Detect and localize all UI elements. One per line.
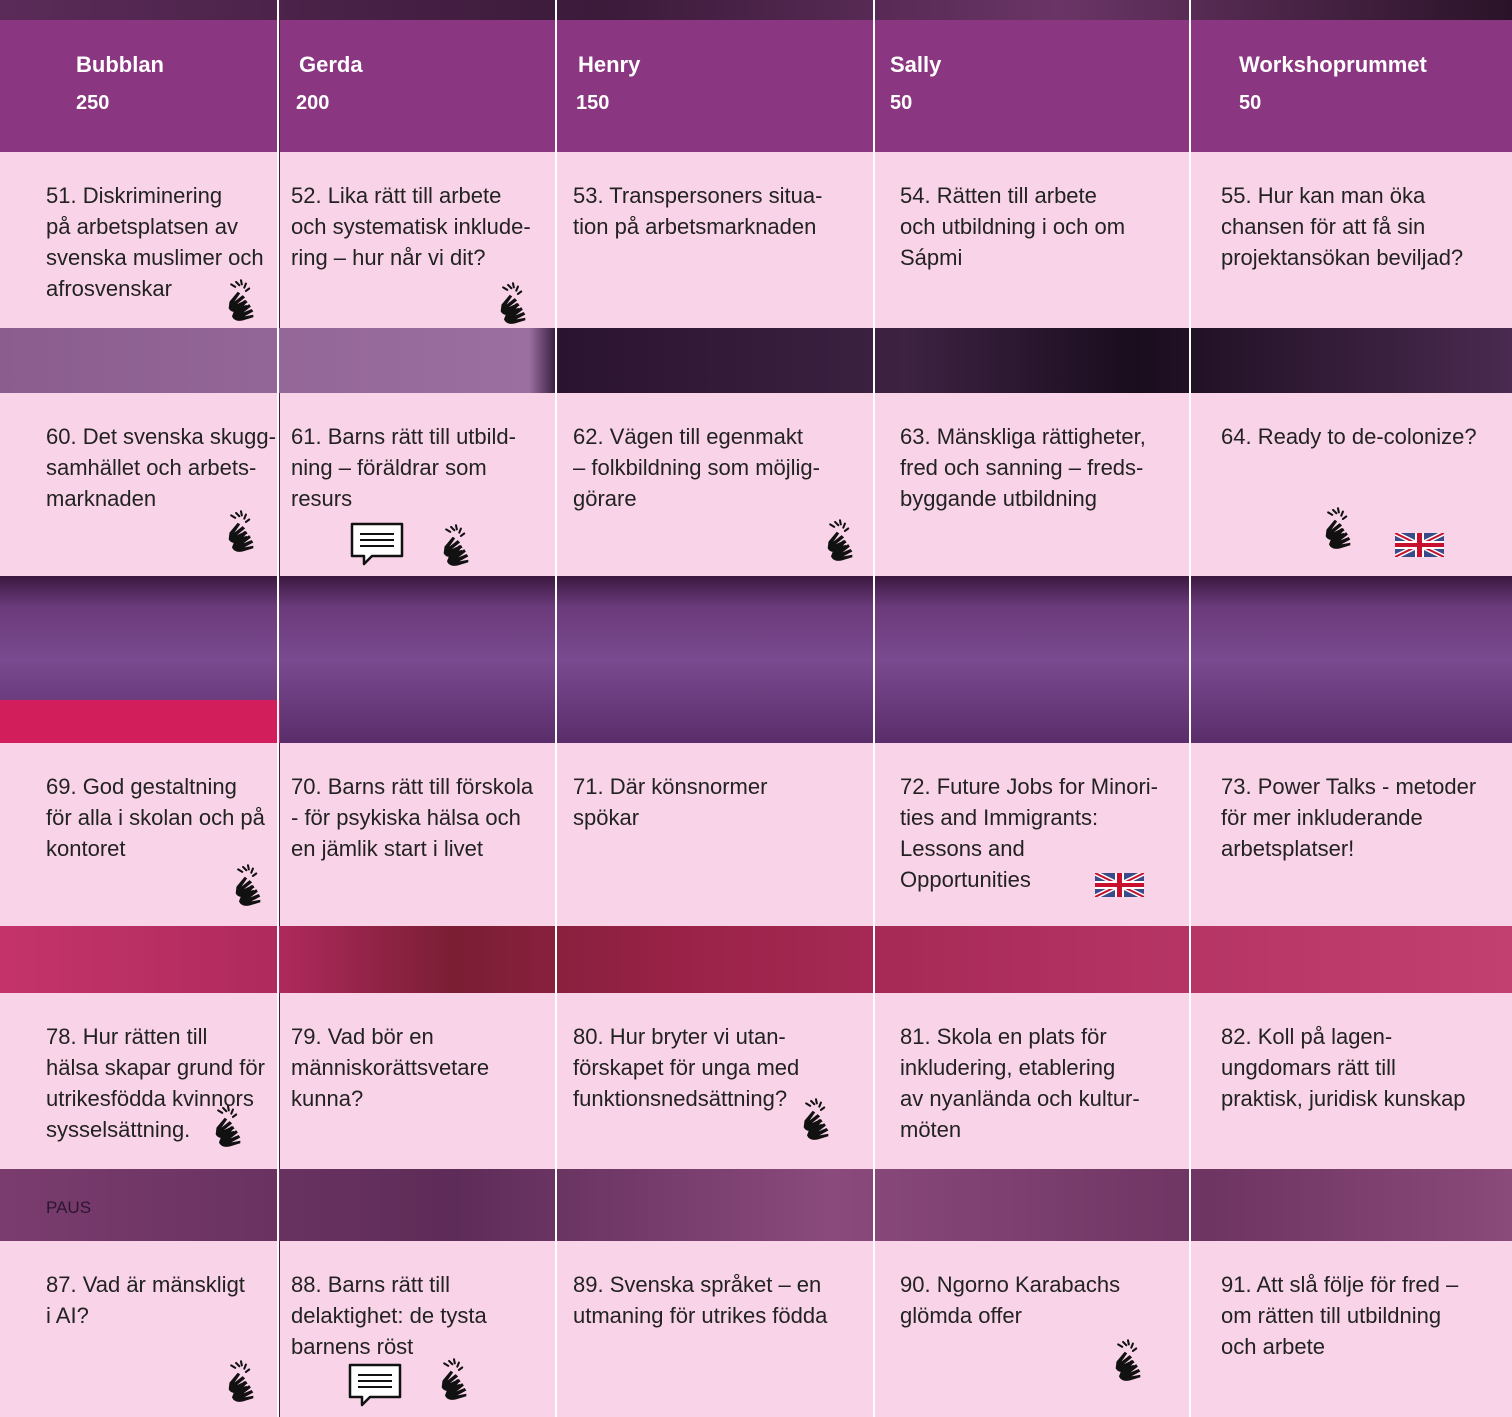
uk-flag-icon bbox=[1095, 873, 1144, 897]
room-capacity: 250 bbox=[76, 92, 110, 114]
sign-language-icon bbox=[227, 1360, 255, 1403]
room-name: Gerda bbox=[299, 52, 363, 77]
session-title: 63. Mänskliga rättigheter, fred och sann… bbox=[900, 424, 1146, 511]
session-title: 64. Ready to de-colonize? bbox=[1221, 424, 1477, 449]
session-title: 73. Power Talks - metoder för mer inklud… bbox=[1221, 774, 1477, 861]
room-header-workshoprummet: Workshoprummet 50 bbox=[1191, 20, 1512, 152]
session-title: 89. Svenska språket – en utmaning för ut… bbox=[573, 1272, 828, 1328]
sign-language-icon bbox=[1114, 1339, 1142, 1382]
sign-language-icon bbox=[440, 1358, 468, 1401]
sign-language-icon bbox=[1324, 507, 1352, 550]
background-photo-detail bbox=[0, 700, 280, 743]
session-title: 55. Hur kan man öka chansen för att få s… bbox=[1221, 183, 1464, 270]
session-title: 70. Barns rätt till förskola - för psyki… bbox=[291, 774, 534, 861]
session-title: 81. Skola en plats för inkludering, etab… bbox=[900, 1024, 1140, 1142]
column-divider bbox=[873, 0, 875, 1417]
session-title: 54. Rätten till arbete och utbildning i … bbox=[900, 183, 1126, 270]
room-name: Workshoprummet bbox=[1239, 52, 1427, 77]
sign-language-icon bbox=[499, 282, 527, 325]
session-title: 71. Där könsnormer spökar bbox=[573, 774, 768, 830]
room-name: Sally bbox=[890, 52, 942, 77]
schedule-grid: Bubblan 250 Gerda 200 Henry 150 Sally 50 Worksho… bbox=[0, 0, 1512, 1417]
session-title: 53. Transpersoners situa- tion på arbets… bbox=[573, 183, 823, 239]
session-title: 90. Ngorno Karabachs glömda offer bbox=[900, 1272, 1121, 1328]
room-name: Henry bbox=[578, 52, 641, 77]
room-header-sally: Sally 50 bbox=[875, 20, 1189, 152]
session-title: 52. Lika rätt till arbete och systematis… bbox=[291, 183, 531, 270]
room-capacity: 50 bbox=[1239, 92, 1262, 114]
column-divider bbox=[1189, 0, 1191, 1417]
background-photo-band bbox=[0, 926, 1512, 993]
session-title: 82. Koll på lagen- ungdomars rätt till p… bbox=[1221, 1024, 1466, 1111]
sign-language-icon bbox=[442, 524, 470, 567]
session-title: 80. Hur bryter vi utan- förskapet för un… bbox=[573, 1024, 800, 1111]
room-header-gerda: Gerda 200 bbox=[280, 20, 555, 152]
room-header-henry: Henry 150 bbox=[557, 20, 873, 152]
sign-language-icon bbox=[214, 1105, 242, 1148]
sign-language-icon bbox=[802, 1098, 830, 1141]
background-photo-band bbox=[0, 328, 1512, 393]
session-title: 61. Barns rätt till utbild- ning – föräl… bbox=[291, 424, 516, 511]
session-title: 60. Det svenska skugg- samhället och arb… bbox=[46, 424, 276, 511]
sign-language-icon bbox=[826, 519, 854, 562]
background-photo-top bbox=[0, 0, 1512, 20]
sign-language-icon bbox=[227, 510, 255, 553]
room-capacity: 200 bbox=[296, 92, 330, 114]
room-name: Bubblan bbox=[76, 52, 164, 77]
room-capacity: 150 bbox=[576, 92, 610, 114]
room-header-bubblan: Bubblan 250 bbox=[0, 20, 277, 152]
session-title: 91. Att slå följe för fred – om rätten t… bbox=[1221, 1272, 1459, 1359]
column-divider bbox=[555, 0, 557, 1417]
sign-language-icon bbox=[234, 864, 262, 907]
session-title: 87. Vad är mänskligt i AI? bbox=[46, 1272, 245, 1328]
session-title: 88. Barns rätt till delaktighet: de tyst… bbox=[291, 1272, 487, 1359]
session-title: 79. Vad bör en människorättsvetare kunna… bbox=[291, 1024, 490, 1111]
uk-flag-icon bbox=[1395, 533, 1444, 557]
captioning-icon bbox=[348, 1363, 402, 1407]
sign-language-icon bbox=[227, 279, 255, 322]
room-capacity: 50 bbox=[890, 92, 913, 114]
column-divider bbox=[277, 0, 279, 1417]
session-title: 69. God gestaltning för alla i skolan oc… bbox=[46, 774, 265, 861]
captioning-icon bbox=[350, 522, 404, 566]
session-title: 62. Vägen till egenmakt – folkbildning s… bbox=[573, 424, 820, 511]
pause-label: PAUS bbox=[46, 1198, 92, 1217]
background-photo-band bbox=[0, 1169, 1512, 1241]
